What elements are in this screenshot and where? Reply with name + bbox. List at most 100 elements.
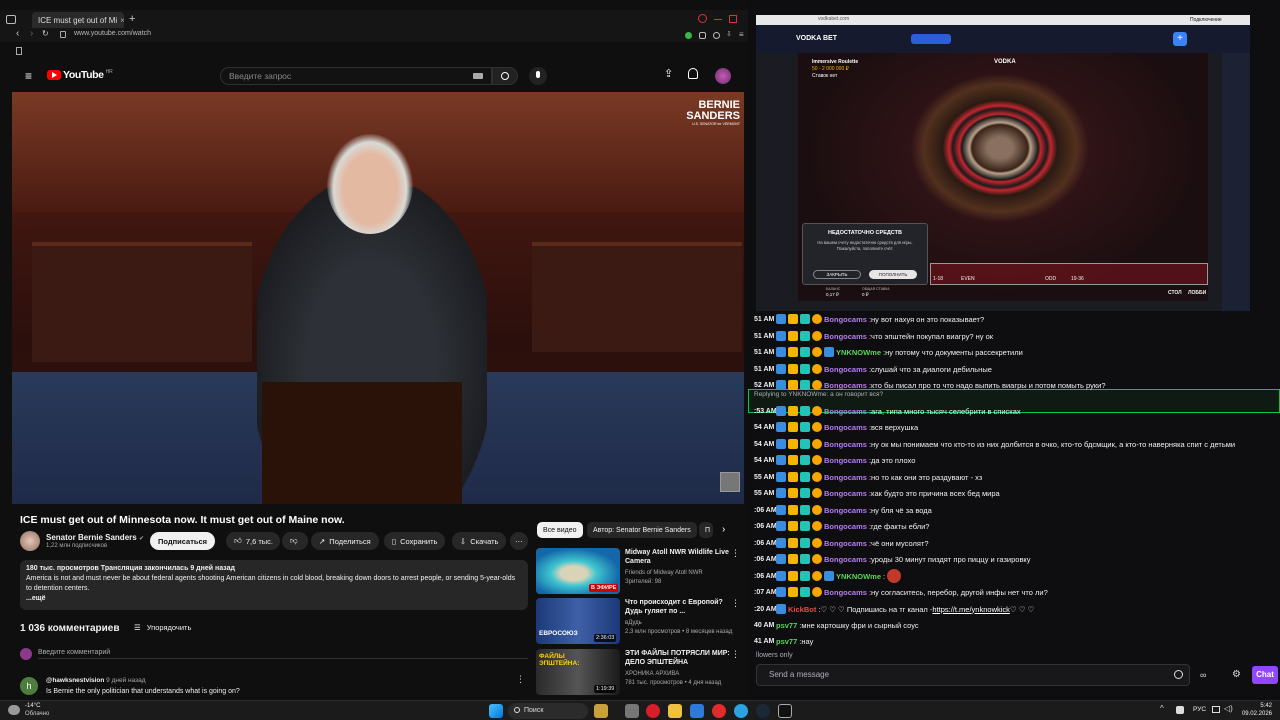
- chat-badge-icon[interactable]: [800, 538, 810, 548]
- chat-badge-icon[interactable]: [812, 538, 822, 548]
- chat-input[interactable]: Send a message: [756, 664, 1190, 686]
- rec-menu-icon[interactable]: ⋮: [731, 598, 740, 609]
- chat-username[interactable]: Bongocams: [824, 473, 867, 482]
- chat-badge-icon[interactable]: [788, 439, 798, 449]
- like-button[interactable]: 👍︎ 7,6 тыс.: [226, 532, 280, 550]
- chat-badge-icon[interactable]: [812, 521, 822, 531]
- chat-username[interactable]: Bongocams: [824, 539, 867, 548]
- chat-badge-icon[interactable]: [788, 380, 798, 390]
- notifications-bell-icon[interactable]: [688, 68, 698, 79]
- chat-username[interactable]: Bongocams: [824, 381, 867, 390]
- comment-menu-icon[interactable]: ⋮: [516, 674, 525, 685]
- chat-badge-icon[interactable]: [824, 347, 834, 357]
- chat-badge-icon[interactable]: [776, 422, 786, 432]
- bet-label[interactable]: 19-36: [1071, 276, 1084, 282]
- chat-badge-icon[interactable]: [776, 587, 786, 597]
- chat-badge-icon[interactable]: [776, 604, 786, 614]
- chat-badge-icon[interactable]: [788, 538, 798, 548]
- chat-badge-icon[interactable]: [800, 455, 810, 465]
- share-button[interactable]: ↗ Поделиться: [311, 532, 379, 550]
- yandex-browser-icon[interactable]: [712, 704, 726, 718]
- network-icon[interactable]: [1212, 706, 1220, 713]
- telegram-icon[interactable]: [734, 704, 748, 718]
- bet-area[interactable]: 1-18 EVEN ODD 19-36: [930, 263, 1208, 285]
- comment-author[interactable]: @hawksnestvision: [46, 677, 104, 684]
- chat-badge-icon[interactable]: [788, 554, 798, 564]
- chat-settings-icon[interactable]: ⚙: [1232, 669, 1241, 680]
- chat-badge-icon[interactable]: [812, 488, 822, 498]
- opera-icon[interactable]: [646, 704, 660, 718]
- chat-badge-icon[interactable]: [788, 587, 798, 597]
- downloads-icon[interactable]: ⇩: [726, 30, 732, 38]
- chat-badge-icon[interactable]: [800, 488, 810, 498]
- windows-start-icon[interactable]: [489, 704, 503, 718]
- chat-badge-icon[interactable]: [788, 347, 798, 357]
- chat-username[interactable]: YNKNOWme: [836, 572, 881, 581]
- chat-badge-icon[interactable]: [824, 571, 834, 581]
- chat-badge-icon[interactable]: [812, 587, 822, 597]
- steam-icon[interactable]: [756, 704, 770, 718]
- chip-author[interactable]: Автор: Senator Bernie Sanders: [587, 522, 697, 538]
- chat-badge-icon[interactable]: [788, 406, 798, 416]
- chat-badge-icon[interactable]: [776, 314, 786, 324]
- voice-search-button[interactable]: [529, 67, 547, 85]
- video-player[interactable]: BERNIE SANDERS U.S. SENATOR for VERMONT: [12, 92, 744, 504]
- menu-icon[interactable]: ≡: [739, 30, 744, 39]
- extension2-icon[interactable]: [713, 32, 720, 39]
- chat-badge-icon[interactable]: [800, 554, 810, 564]
- bet-label[interactable]: EVEN: [961, 276, 975, 282]
- description-more[interactable]: ...ещё: [26, 594, 522, 604]
- clock[interactable]: 5:42 09.02.2026: [1238, 702, 1272, 718]
- language-indicator[interactable]: РУС: [1193, 706, 1206, 713]
- file-explorer-icon[interactable]: [668, 704, 682, 718]
- weather-icon[interactable]: [8, 705, 20, 715]
- video-thumbnail-corner[interactable]: [720, 472, 740, 492]
- chip-all-videos[interactable]: Все видео: [537, 522, 583, 538]
- chat-badge-icon[interactable]: [776, 439, 786, 449]
- chat-username[interactable]: Bongocams: [824, 423, 867, 432]
- chat-badge-icon[interactable]: [812, 406, 822, 416]
- recommendation-item[interactable]: ФАЙЛЫ ЭПШТЕЙНА: 1:19:39 ЭТИ ФАЙЛЫ ПОТРЯС…: [536, 649, 746, 695]
- chat-badge-icon[interactable]: [800, 422, 810, 432]
- dislike-button[interactable]: 👎︎: [282, 532, 308, 550]
- casino-logo[interactable]: VODKA BET: [796, 35, 837, 42]
- chat-username[interactable]: Bongocams: [824, 588, 867, 597]
- reload-icon[interactable]: ↻: [42, 29, 49, 38]
- channel-points-icon[interactable]: ∞: [1200, 670, 1206, 680]
- hamburger-menu-icon[interactable]: ≡: [25, 69, 32, 83]
- chat-badge-icon[interactable]: [812, 364, 822, 374]
- chat-badge-icon[interactable]: [776, 505, 786, 515]
- chat-username[interactable]: psv77: [776, 637, 797, 646]
- chat-badge-icon[interactable]: [800, 364, 810, 374]
- chat-badge-icon[interactable]: [800, 406, 810, 416]
- bookmark-icon[interactable]: [16, 47, 22, 55]
- app-folder-icon[interactable]: [690, 704, 704, 718]
- tray-chevron-icon[interactable]: ^: [1160, 704, 1164, 713]
- chat-badge-icon[interactable]: [800, 571, 810, 581]
- comment-input[interactable]: Введите комментарий: [38, 649, 528, 659]
- channel-name[interactable]: Senator Bernie Sanders ✔: [46, 533, 144, 542]
- new-tab-icon[interactable]: +: [129, 13, 135, 25]
- chat-badge-icon[interactable]: [788, 364, 798, 374]
- chat-badge-icon[interactable]: [776, 538, 786, 548]
- chat-username[interactable]: psv77: [776, 621, 797, 630]
- chat-username[interactable]: Bongocams: [824, 456, 867, 465]
- rec-menu-icon[interactable]: ⋮: [731, 548, 740, 559]
- chat-badge-icon[interactable]: [800, 314, 810, 324]
- chat-username[interactable]: Bongocams: [824, 506, 867, 515]
- chat-badge-icon[interactable]: [788, 505, 798, 515]
- chat-badge-icon[interactable]: [800, 472, 810, 482]
- chat-badge-icon[interactable]: [776, 380, 786, 390]
- lobby-button[interactable]: ЛОББИ: [1188, 290, 1206, 296]
- chat-username[interactable]: Bongocams: [824, 489, 867, 498]
- chat-badge-icon[interactable]: [776, 571, 786, 581]
- chat-badge-icon[interactable]: [800, 331, 810, 341]
- chat-badge-icon[interactable]: [776, 347, 786, 357]
- url-text[interactable]: www.youtube.com/watch: [74, 30, 151, 37]
- chat-link[interactable]: https://t.me/ynknowkick: [932, 605, 1010, 614]
- save-button[interactable]: ▯ Сохранить: [384, 532, 446, 550]
- weather-widget[interactable]: -14°C Облачно: [25, 702, 49, 718]
- volume-icon[interactable]: ◁): [1224, 704, 1233, 713]
- bet-label[interactable]: ODD: [1045, 276, 1056, 282]
- chat-username[interactable]: Bongocams: [824, 522, 867, 531]
